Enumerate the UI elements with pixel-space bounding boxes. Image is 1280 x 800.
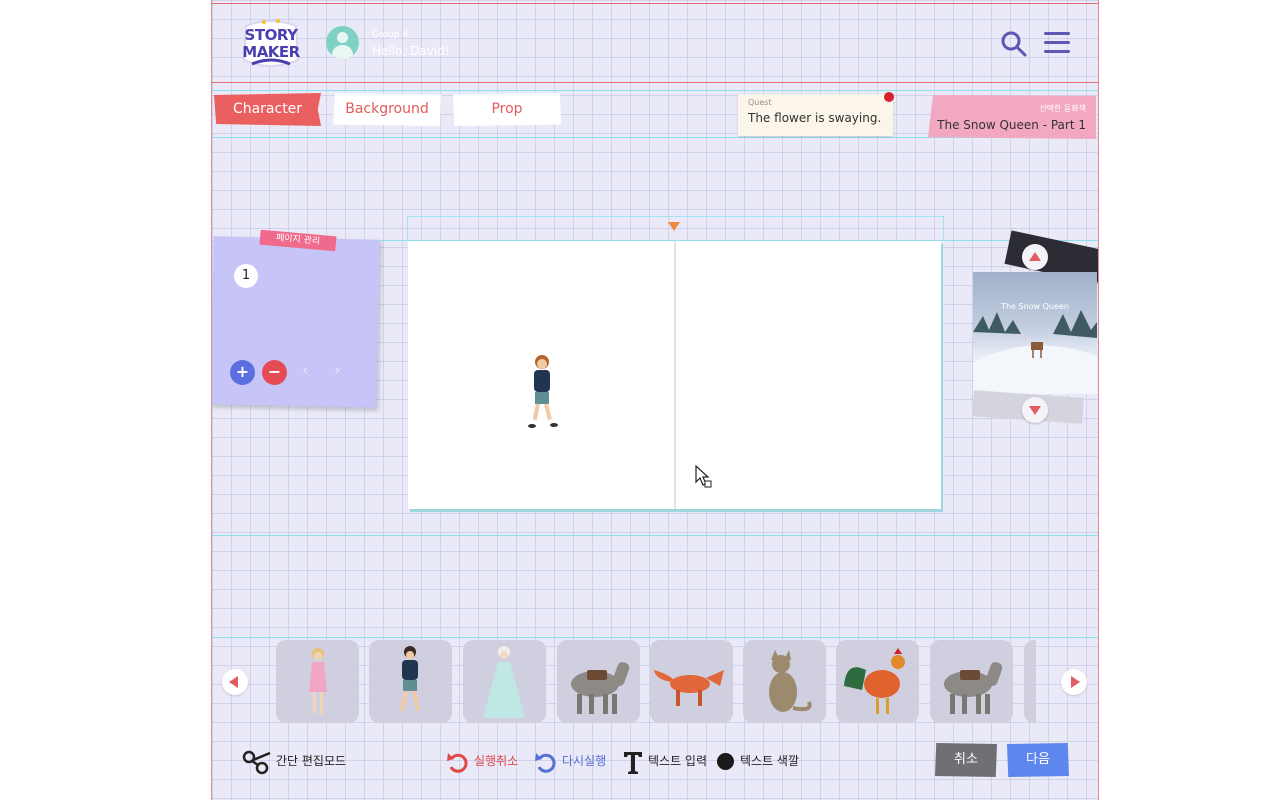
arrow-down-icon — [1029, 406, 1041, 415]
quest-text: The flower is swaying. — [748, 111, 882, 125]
pin-icon — [884, 92, 894, 102]
add-page-button[interactable]: + — [230, 360, 255, 385]
top-border-line — [212, 3, 1098, 4]
thumbnail-girl-pink-dress[interactable] — [276, 640, 359, 723]
thumbnail-boy-blue-sweater[interactable] — [369, 640, 452, 723]
menu-button[interactable] — [1044, 32, 1070, 54]
undo-icon — [447, 752, 468, 773]
thumbnail-fox[interactable] — [650, 640, 733, 723]
tab-prop[interactable]: Prop — [453, 93, 561, 126]
thumbnail-cat[interactable] — [743, 640, 826, 723]
thumbnails-next-button[interactable] — [1061, 669, 1087, 695]
redo-icon — [535, 752, 556, 773]
next-button[interactable]: 다음 — [1007, 743, 1069, 777]
boy-character-icon — [399, 646, 421, 711]
text-t-icon — [624, 751, 642, 774]
book-canvas[interactable] — [408, 241, 941, 509]
text-color-label: 텍스트 색깔 — [740, 754, 800, 768]
girl-character-icon — [309, 648, 327, 714]
thumbnails-prev-button[interactable] — [222, 669, 248, 695]
search-button[interactable] — [1000, 30, 1028, 58]
tab-background[interactable]: Background — [333, 93, 441, 126]
selected-story-label: 선택한 동화책 — [1039, 104, 1086, 113]
guide-line — [212, 637, 1098, 638]
story-card-snow-queen[interactable]: The Snow Queen — [973, 272, 1097, 394]
menu-icon — [1044, 32, 1070, 35]
guide-line — [212, 535, 1098, 536]
selected-story-card[interactable]: 선택한 동화책 The Snow Queen - Part 1 — [928, 95, 1096, 139]
prev-page-button[interactable]: ‹ — [302, 360, 308, 379]
story-up-button[interactable] — [1022, 244, 1048, 270]
arrow-right-icon — [1071, 676, 1080, 688]
scissors-icon — [242, 750, 271, 774]
story-maker-logo[interactable]: STORY MAKER — [240, 16, 302, 72]
avatar-head-icon — [337, 32, 348, 43]
mouse-cursor-icon — [695, 465, 712, 488]
quest-label: Quest — [748, 98, 772, 107]
avatar[interactable] — [326, 26, 359, 59]
quest-note: Quest The flower is swaying. — [738, 92, 894, 136]
text-input-button[interactable]: 텍스트 입력 — [622, 748, 707, 774]
guide-line — [212, 90, 1098, 91]
search-icon — [1001, 31, 1027, 57]
thumbnail-donkey[interactable] — [557, 640, 640, 723]
fox-icon — [654, 670, 724, 706]
menu-icon — [1044, 41, 1070, 44]
arrow-left-icon — [229, 676, 238, 688]
logo-text-story: STORY — [244, 26, 298, 44]
story-maker-app: STORY MAKER Group 4 Hello, David! Charac… — [211, 0, 1099, 800]
remove-page-button[interactable]: − — [262, 360, 287, 385]
text-color-button[interactable]: 텍스트 색깔 — [717, 748, 799, 774]
redo-button[interactable]: 다시실행 — [534, 748, 606, 774]
boy-character-sprite[interactable] — [522, 353, 562, 433]
cat-icon — [769, 650, 812, 712]
tab-character[interactable]: Character — [214, 93, 321, 126]
text-input-label: 텍스트 입력 — [648, 754, 708, 768]
easy-edit-mode-button[interactable]: 간단 편집모드 — [242, 748, 346, 774]
redo-label: 다시실행 — [562, 754, 607, 768]
cancel-button[interactable]: 취소 — [935, 743, 997, 777]
princess-character-icon — [483, 646, 525, 718]
thumbnail-partial[interactable] — [1024, 640, 1036, 723]
thumbnail-donkey-2[interactable] — [930, 640, 1013, 723]
story-down-button[interactable] — [1022, 397, 1048, 423]
selected-story-title: The Snow Queen - Part 1 — [937, 118, 1086, 132]
thumbnail-snow-queen[interactable] — [463, 640, 546, 723]
donkey-icon — [944, 662, 1003, 714]
page-marker-icon — [668, 222, 680, 231]
color-dot-icon — [717, 753, 734, 770]
logo-text-maker: MAKER — [242, 43, 300, 61]
undo-label: 실행취소 — [474, 754, 519, 768]
easy-edit-mode-label: 간단 편집모드 — [276, 754, 347, 768]
arrow-up-icon — [1029, 252, 1041, 261]
snow-scene-illustration — [973, 310, 1097, 394]
next-page-button[interactable]: › — [334, 360, 340, 379]
avatar-body-icon — [332, 45, 353, 59]
group-label: Group 4 — [372, 30, 408, 40]
page-thumb-1[interactable]: 1 — [234, 264, 258, 288]
menu-icon — [1044, 50, 1070, 53]
rooster-icon — [844, 648, 905, 714]
story-card-title: The Snow Queen — [1001, 302, 1069, 311]
greeting-label: Hello, David! — [372, 44, 450, 58]
thumbnail-rooster[interactable] — [836, 640, 919, 723]
header-divider — [212, 82, 1098, 83]
undo-button[interactable]: 실행취소 — [446, 748, 518, 774]
donkey-icon — [571, 662, 630, 714]
book-spine — [674, 241, 676, 509]
